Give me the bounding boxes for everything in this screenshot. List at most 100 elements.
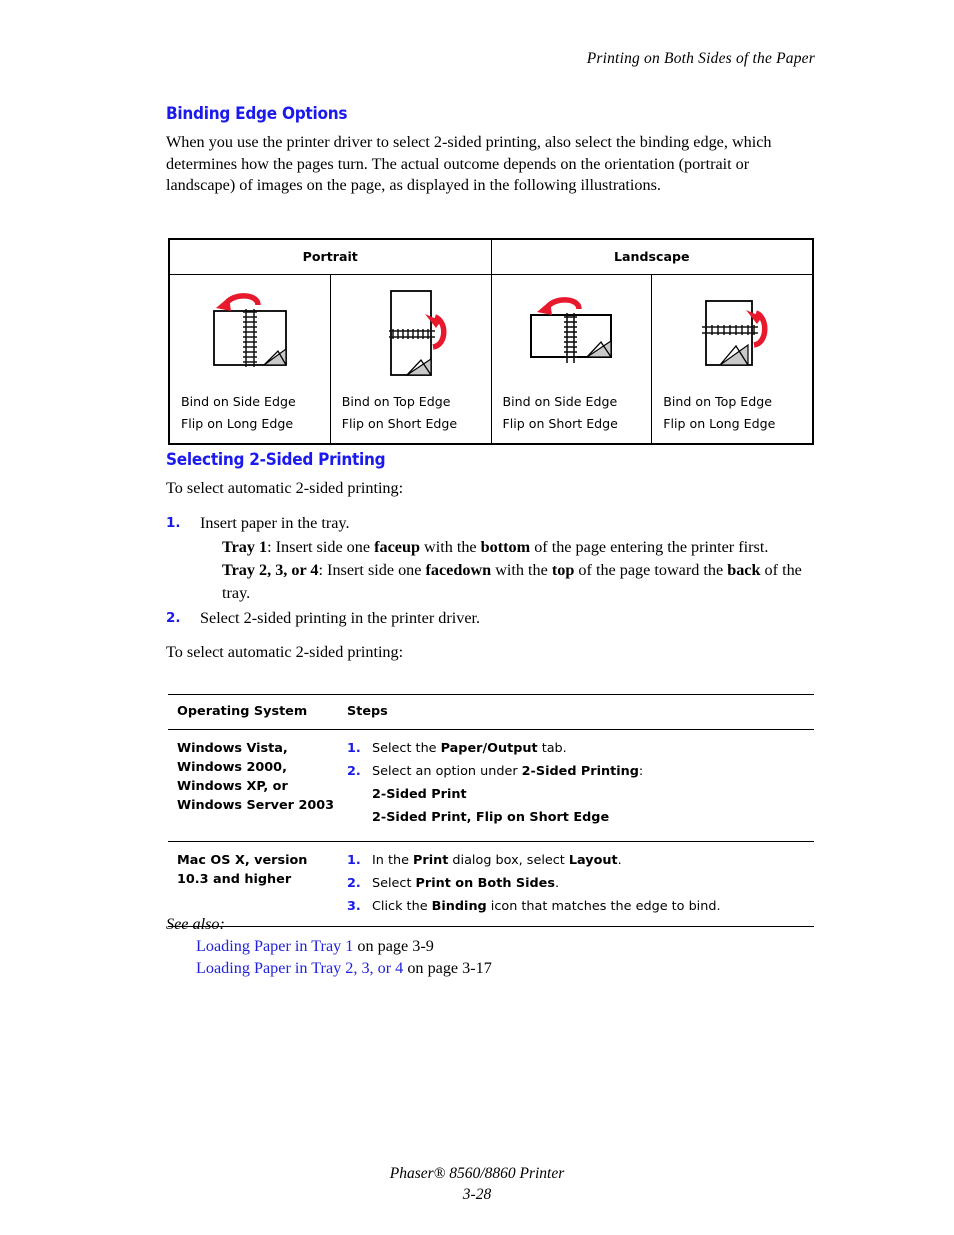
tray234-note: Tray 2, 3, or 4: Insert side one facedow… [166, 559, 815, 605]
document-page: Printing on Both Sides of the Paper Bind… [0, 0, 954, 1235]
step-text-mid: dialog box, select [448, 853, 569, 868]
section2-outro: To select automatic 2-sided printing: [166, 642, 404, 661]
table-header-row: Operating System Steps [168, 694, 814, 730]
figure-container [492, 275, 652, 391]
footer-product: Phaser® 8560/8860 Printer [389, 1165, 565, 1182]
tray1-bold-a: faceup [374, 537, 420, 556]
step-text-pre: Click the [372, 899, 432, 914]
section-heading-selecting: Selecting 2-Sided Printing [166, 450, 386, 469]
tray234-text-c: of the page toward the [574, 560, 728, 579]
step-text-pre: Select [372, 876, 416, 891]
landscape-bind-top-edge-icon [702, 300, 768, 366]
tray1-label: Tray 1 [222, 537, 268, 556]
tray234-text-b: with the [491, 560, 552, 579]
os-line: Windows 2000, [177, 760, 287, 775]
os-name: Windows Vista, Windows 2000, Windows XP,… [177, 739, 338, 815]
tray234-label: Tray 2, 3, or 4 [222, 560, 319, 579]
step-text-bold: Paper/Output [440, 741, 538, 756]
step-text-bold: Print on Both Sides [415, 876, 555, 891]
caption: Bind on Side Edge Flip on Long Edge [170, 391, 330, 443]
caption: Bind on Side Edge Flip on Short Edge [492, 391, 652, 443]
figure-container [652, 275, 812, 391]
tray234-bold-c: back [727, 560, 761, 579]
list-item: 1. Insert paper in the tray. [166, 512, 815, 535]
cell-os-windows: Windows Vista, Windows 2000, Windows XP,… [168, 729, 338, 842]
tray234-bold-b: top [551, 560, 575, 579]
step-text-post: . [554, 876, 560, 891]
list-item: 2. Select 2-sided printing in the printe… [166, 607, 815, 630]
step-text-bold2: Layout [568, 853, 618, 868]
table-row: Windows Vista, Windows 2000, Windows XP,… [168, 729, 814, 842]
option-2-sided-print-flip-short-edge: 2-Sided Print, Flip on Short Edge [372, 810, 610, 825]
caption: Bind on Top Edge Flip on Short Edge [331, 391, 491, 443]
section2-intro: To select automatic 2-sided printing: [166, 479, 404, 497]
tray1-text-b: with the [419, 537, 481, 556]
os-name: Mac OS X, version 10.3 and higher [177, 851, 338, 889]
tray1-bold-b: bottom [480, 537, 531, 556]
step-marker: 1. [347, 741, 361, 756]
step-text-post: : [638, 764, 644, 779]
table-cell-landscape-side-edge: Bind on Side Edge Flip on Short Edge [490, 274, 653, 444]
caption-line-2: Flip on Long Edge [181, 416, 294, 431]
tray1-note: Tray 1: Insert side one faceup with the … [166, 536, 815, 559]
section-selecting-2-sided-printing: Selecting 2-Sided Printing To select aut… [166, 450, 815, 669]
os-line: 10.3 and higher [177, 872, 292, 887]
table-cell-portrait-side-edge: Bind on Side Edge Flip on Long Edge [169, 274, 331, 444]
link-loading-paper-tray-1[interactable]: Loading Paper in Tray 1 [196, 937, 353, 955]
os-line: Windows XP, or [177, 779, 288, 794]
running-header: Printing on Both Sides of the Paper [586, 50, 815, 67]
cross-reference: Loading Paper in Tray 2, 3, or 4 on page… [166, 957, 815, 979]
step-text-bold: Binding [431, 899, 487, 914]
table-cell-landscape-top-edge: Bind on Top Edge Flip on Long Edge [651, 274, 813, 444]
os-line: Windows Server 2003 [177, 798, 335, 813]
tray234-bold-a: facedown [425, 560, 492, 579]
list-marker: 1. [166, 514, 181, 531]
portrait-bind-top-edge-icon [388, 290, 447, 376]
see-also-label: See also: [166, 915, 225, 933]
step-text-post: icon that matches the edge to bind. [486, 899, 721, 914]
intro-paragraph: When you use the printer driver to selec… [166, 133, 772, 194]
step-text-bold: Print [413, 853, 449, 868]
cross-reference: Loading Paper in Tray 1 on page 3-9 [166, 935, 815, 957]
step-text-bold: 2-Sided Printing [521, 764, 639, 779]
caption-line-1: Bind on Side Edge [181, 394, 296, 409]
landscape-bind-side-edge-icon [530, 297, 613, 363]
step-item: 1. Select the Paper/Output tab. [347, 739, 814, 758]
list-item-text: Select 2-sided printing in the printer d… [200, 608, 481, 627]
step-text-pre: In the [372, 853, 414, 868]
caption-line-1: Bind on Top Edge [341, 394, 451, 409]
column-header-operating-system: Operating System [168, 694, 338, 730]
table-cell-portrait-top-edge: Bind on Top Edge Flip on Short Edge [329, 274, 492, 444]
footer-page-number: 3-28 [462, 1186, 492, 1203]
caption-line-1: Bind on Top Edge [663, 394, 773, 409]
tray1-text-c: of the page entering the printer first. [530, 537, 769, 556]
caption-line-2: Flip on Short Edge [341, 416, 458, 431]
os-line: Windows Vista, [177, 741, 288, 756]
link-suffix: on page 3-9 [353, 937, 434, 955]
see-also-block: See also: Loading Paper in Tray 1 on pag… [166, 913, 815, 979]
cell-steps-windows: 1. Select the Paper/Output tab. 2. Select … [338, 729, 814, 842]
step-text-post: . [617, 853, 622, 868]
portrait-bind-side-edge-icon [212, 293, 287, 367]
binding-edge-illustration-table: Portrait Landscape Bind on Side Edge Fli… [168, 238, 814, 445]
table-figure-row: Bind on Side Edge Flip on Long Edge Bind… [169, 274, 813, 444]
step-item: 2. Select Print on Both Sides. [347, 874, 814, 893]
figure-container [331, 275, 491, 391]
link-suffix: on page 3-17 [403, 959, 492, 977]
caption-line-1: Bind on Side Edge [502, 394, 618, 409]
os-steps-table: Operating System Steps Windows Vista, Wi… [168, 694, 814, 927]
step-marker: 2. [347, 876, 361, 891]
table-header-row: Portrait Landscape [169, 239, 813, 275]
link-loading-paper-tray-2-3-4[interactable]: Loading Paper in Tray 2, 3, or 4 [196, 959, 403, 977]
step-text-post: tab. [537, 741, 567, 756]
procedure-list: 1. Insert paper in the tray. Tray 1: Ins… [166, 512, 815, 630]
page-footer: Phaser® 8560/8860 Printer 3-28 [0, 1163, 954, 1205]
step-item: 1. In the Print dialog box, select Layout… [347, 851, 814, 870]
caption: Bind on Top Edge Flip on Long Edge [652, 391, 812, 443]
step-item: 2. Select an option under 2-Sided Printin… [347, 762, 814, 781]
column-header-steps: Steps [338, 694, 814, 730]
column-header-portrait: Portrait [169, 239, 492, 275]
option-2-sided-print: 2-Sided Print [372, 787, 467, 802]
step-marker: 1. [347, 853, 361, 868]
step-marker: 2. [347, 764, 361, 779]
